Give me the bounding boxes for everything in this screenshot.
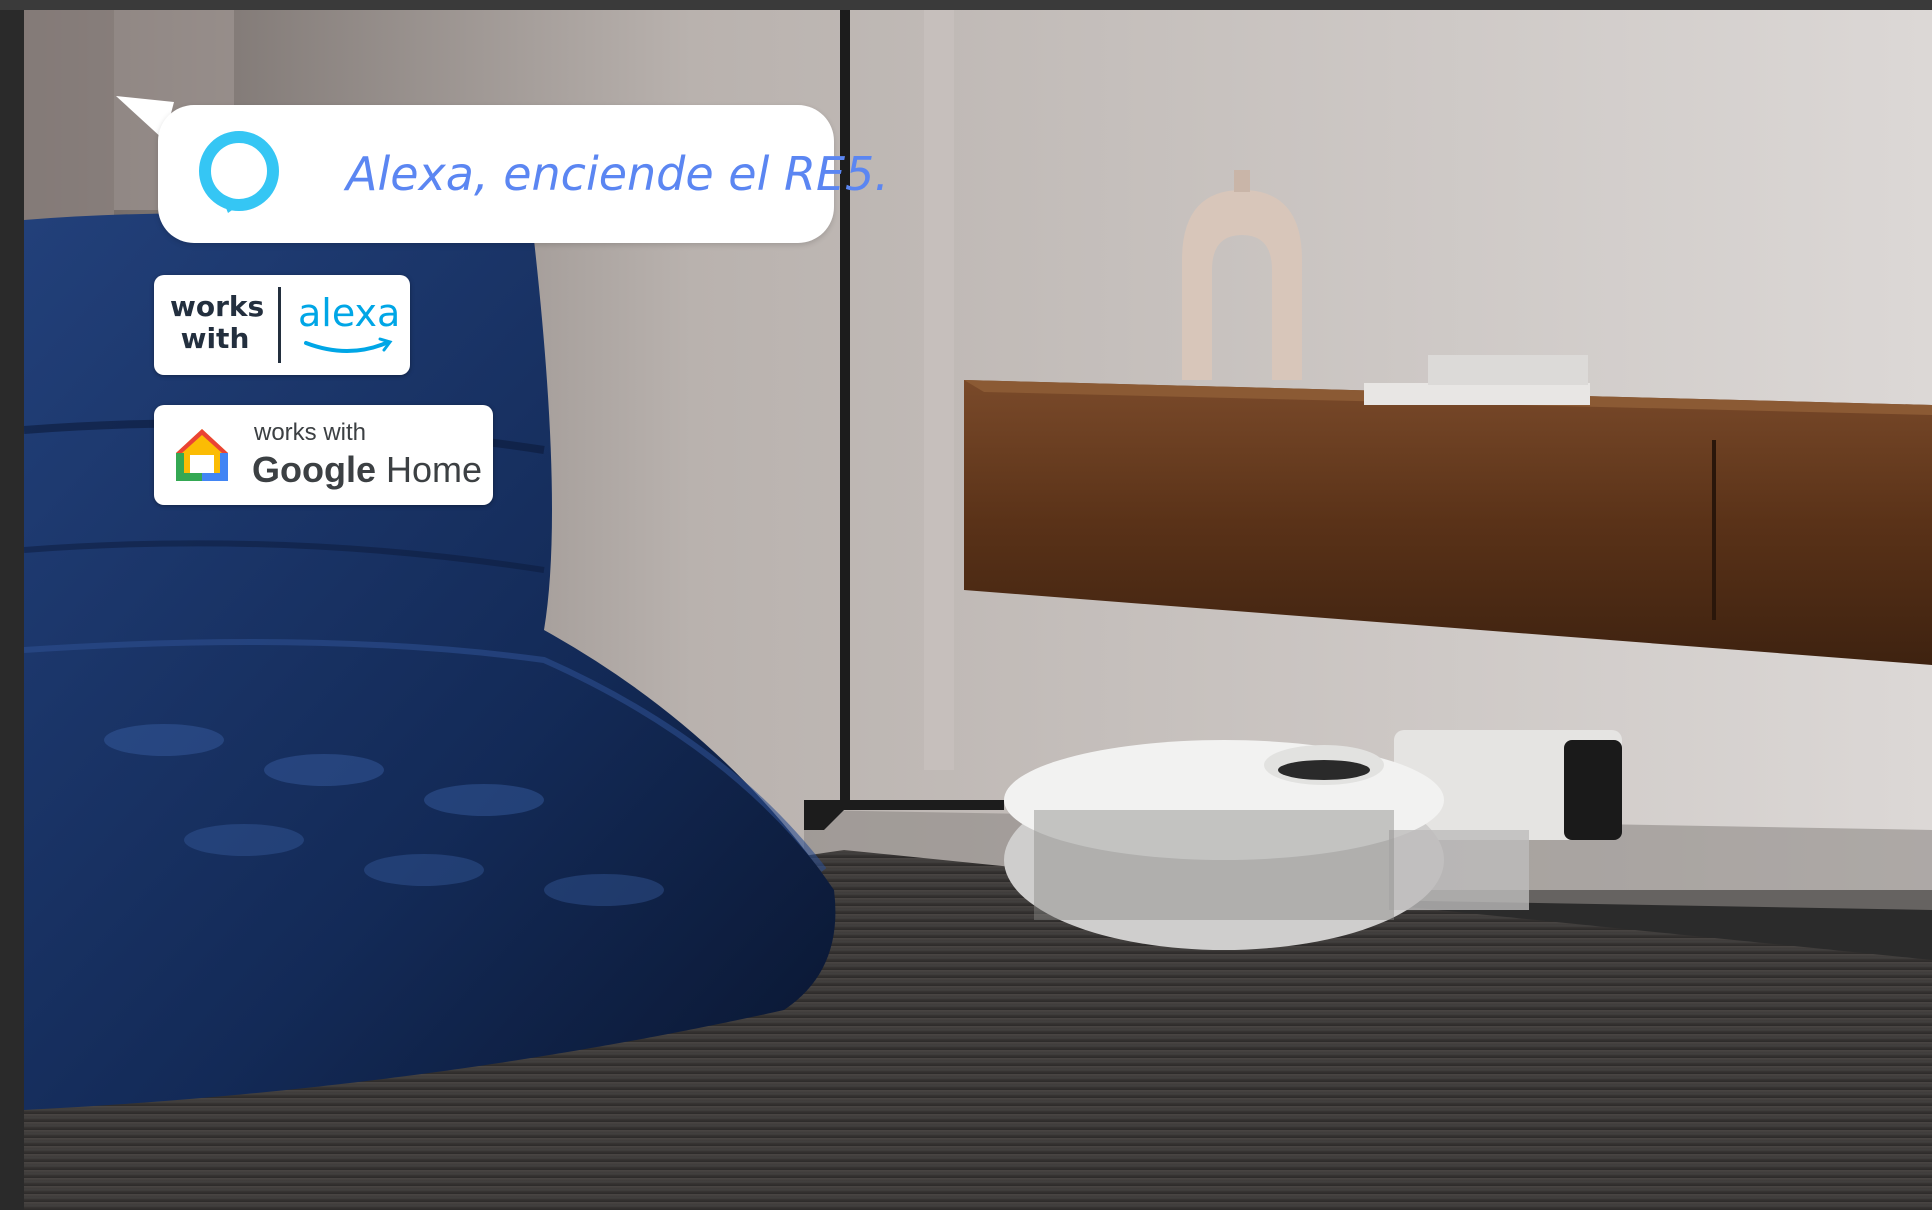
left-border	[0, 10, 24, 1210]
books	[1364, 383, 1590, 405]
alexa-brand-label: alexa	[298, 291, 401, 335]
google-home-brand-label: Google Home	[252, 449, 483, 490]
amazon-smile-icon	[304, 337, 393, 353]
alexa-ring-icon	[199, 131, 279, 213]
floor-lamp	[840, 10, 850, 800]
product-image-frame: Alexa, enciende el RE5. workswith alexa	[0, 0, 1932, 1210]
badge-divider	[278, 287, 281, 363]
living-room-scene: Alexa, enciende el RE5. workswith alexa	[23, 10, 1932, 1210]
works-with-alexa-badge: works with alexa	[154, 275, 410, 375]
works-with-google-home-badge: works with Google Home	[154, 405, 493, 505]
speech-bubble: Alexa, enciende el RE5.	[158, 105, 889, 243]
bubble-text: Alexa, enciende el RE5.	[346, 147, 889, 201]
works-with-label: works with	[170, 290, 265, 355]
works-with-label: works with	[254, 419, 367, 446]
google-home-icon	[176, 429, 228, 481]
top-border	[0, 0, 1932, 10]
